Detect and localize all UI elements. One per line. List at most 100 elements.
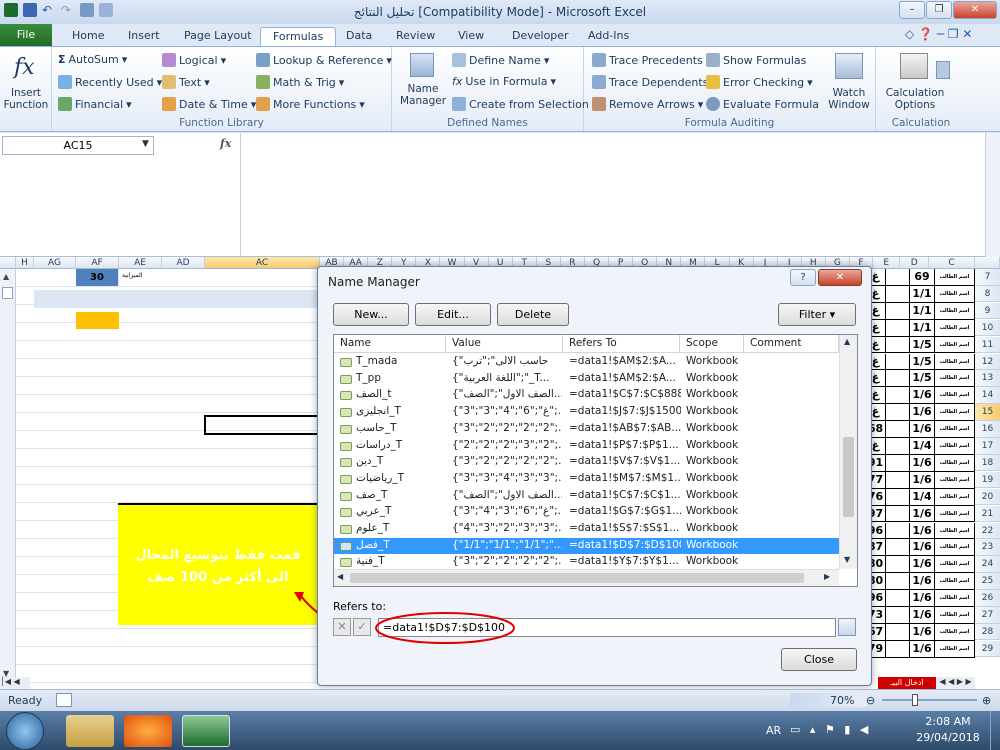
select-all-corner[interactable]: [0, 257, 16, 269]
row-header[interactable]: 19: [975, 471, 1000, 489]
name-row[interactable]: T_pp {"اللغة العربية";"_T... =data1!$AM$2:…: [334, 371, 839, 388]
row-header[interactable]: 13: [975, 370, 1000, 387]
list-vscroll[interactable]: ▲ ▼: [839, 335, 857, 569]
cell-e[interactable]: [886, 302, 910, 320]
close-button[interactable]: Close: [781, 648, 857, 671]
lookup-reference-button[interactable]: Lookup & Reference ▾: [256, 53, 392, 67]
col-header[interactable]: C: [929, 257, 975, 269]
row-header[interactable]: 21: [975, 505, 1000, 523]
cell-e[interactable]: [886, 539, 910, 557]
edit-button[interactable]: Edit...: [415, 303, 491, 326]
col-header[interactable]: D: [900, 257, 930, 269]
left-scroll-strip[interactable]: ▲ ▼: [0, 269, 16, 689]
header-scope[interactable]: Scope: [680, 335, 744, 353]
name-row[interactable]: حاسب_T {"3";"2";"2";"2";"2";... =data1!$AB…: [334, 421, 839, 438]
logical-button[interactable]: Logical ▾: [162, 53, 226, 67]
cell-c[interactable]: اسم الطالب: [935, 623, 975, 641]
row-header[interactable]: 10: [975, 319, 1000, 337]
close-window-button[interactable]: ✕: [953, 1, 997, 19]
cell-c[interactable]: اسم الطالب: [935, 607, 975, 624]
cell-d[interactable]: 1/5: [910, 353, 935, 371]
zoom-slider-thumb[interactable]: [912, 694, 918, 706]
zoom-out-icon[interactable]: ⊖: [866, 694, 875, 707]
cell-d[interactable]: 1/1: [910, 302, 935, 320]
cell-c[interactable]: اسم الطالب: [935, 488, 975, 506]
col-header[interactable]: E: [872, 257, 901, 269]
tab-data[interactable]: Data: [334, 27, 384, 46]
cell-d[interactable]: 1/6: [910, 607, 935, 624]
tab-page-layout[interactable]: Page Layout: [172, 27, 264, 46]
cell-d[interactable]: 1/6: [910, 454, 935, 472]
collapse-dialog-icon[interactable]: [838, 618, 856, 636]
math-trig-button[interactable]: Math & Trig ▾: [256, 75, 344, 89]
evaluate-formula-button[interactable]: Evaluate Formula: [706, 97, 819, 111]
formula-input[interactable]: [240, 133, 985, 257]
cell-c[interactable]: اسم الطالب: [935, 522, 975, 540]
name-row[interactable]: انجلیزی_T {"3";"3";"4";"6";"غ";... =data1!…: [334, 404, 839, 421]
cell-c[interactable]: اسم الطالب: [935, 336, 975, 354]
trace-dependents-button[interactable]: Trace Dependents: [592, 75, 708, 89]
cell-d[interactable]: 1/1: [910, 285, 935, 303]
create-from-selection-button[interactable]: Create from Selection: [452, 97, 589, 111]
clock-date[interactable]: 29/04/2018: [908, 731, 988, 744]
zoom-slider[interactable]: [882, 699, 977, 701]
cell-c[interactable]: اسم الطالب: [935, 285, 975, 303]
cell-d[interactable]: 1/6: [910, 471, 935, 489]
cell-d[interactable]: 1/5: [910, 336, 935, 354]
name-row[interactable]: T_mada {"حاسب الالى";"ترب =data1!$AM$2:$A.…: [334, 354, 839, 371]
confirm-edit-icon[interactable]: ✓: [353, 618, 371, 636]
cell-d[interactable]: 1/6: [910, 421, 935, 438]
cell-e[interactable]: [886, 387, 910, 405]
col-header[interactable]: AE: [119, 257, 162, 269]
row-header[interactable]: 14: [975, 387, 1000, 404]
cell-d[interactable]: 1/1: [910, 319, 935, 337]
cell-c[interactable]: اسم الطالب: [935, 590, 975, 607]
row-header[interactable]: 16: [975, 421, 1000, 438]
more-functions-button[interactable]: More Functions ▾: [256, 97, 365, 111]
start-button[interactable]: [6, 712, 44, 750]
tab-review[interactable]: Review: [384, 27, 447, 46]
filter-button[interactable]: Filter ▾: [778, 303, 856, 326]
name-row[interactable]: علوم_T {"4";"3";"2";"3";"3";... =data1!$S$…: [334, 521, 839, 538]
sheet-tab-active[interactable]: ادخال البيـ: [878, 677, 936, 689]
cell-e[interactable]: [886, 488, 910, 506]
function-icon[interactable]: fx: [14, 55, 35, 80]
cell-e[interactable]: [886, 640, 910, 658]
tab-home[interactable]: Home: [60, 27, 116, 46]
scroll-up-icon[interactable]: ▲: [3, 272, 9, 281]
highlighted-cell-af9[interactable]: [76, 312, 119, 329]
cell-e[interactable]: [886, 404, 910, 422]
tab-developer[interactable]: Developer: [500, 27, 581, 46]
cell-e[interactable]: [886, 353, 910, 371]
define-name-button[interactable]: Define Name ▾: [452, 53, 549, 67]
delete-button[interactable]: Delete: [497, 303, 569, 326]
cell-e[interactable]: [886, 623, 910, 641]
cell-c[interactable]: اسم الطالب: [935, 556, 975, 574]
cell-d[interactable]: 1/6: [910, 387, 935, 405]
row-header[interactable]: 7: [975, 269, 1000, 286]
row-header[interactable]: 15: [975, 404, 1000, 421]
error-checking-button[interactable]: Error Checking ▾: [706, 75, 813, 89]
recently-used-button[interactable]: Recently Used ▾: [58, 75, 162, 89]
header-comment[interactable]: Comment: [744, 335, 839, 353]
cell-e[interactable]: [886, 285, 910, 303]
cell-c[interactable]: اسم الطالب: [935, 421, 975, 438]
cell-d[interactable]: 1/4: [910, 438, 935, 455]
list-scroll-down-icon[interactable]: ▼: [844, 555, 850, 564]
namebox-dropdown-icon[interactable]: ▼: [142, 139, 149, 149]
insert-function-button[interactable]: Insert Function: [2, 87, 50, 111]
col-header-selected[interactable]: AC: [205, 257, 320, 269]
row-header[interactable]: 22: [975, 522, 1000, 539]
cell-e[interactable]: [886, 522, 910, 540]
row-header[interactable]: 27: [975, 607, 1000, 624]
help-button[interactable]: ?: [790, 269, 816, 286]
cell-c[interactable]: اسم الطالب: [935, 302, 975, 320]
sheet-scroll-left[interactable]: │◀ ◀: [0, 677, 30, 689]
cell-e[interactable]: [886, 556, 910, 574]
name-row[interactable]: رياضيات_T {"3";"3";"4";"3";"3";... =data1!…: [334, 471, 839, 488]
calculation-options-button[interactable]: Calculation Options: [880, 87, 950, 111]
cancel-edit-icon[interactable]: ✕: [333, 618, 351, 636]
cell-c[interactable]: اسم الطالب: [935, 387, 975, 405]
excel-taskbar-icon[interactable]: [182, 715, 230, 747]
name-row[interactable]: دراسات_T {"2";"2";"2";"3";"2";... =data1!$…: [334, 438, 839, 455]
